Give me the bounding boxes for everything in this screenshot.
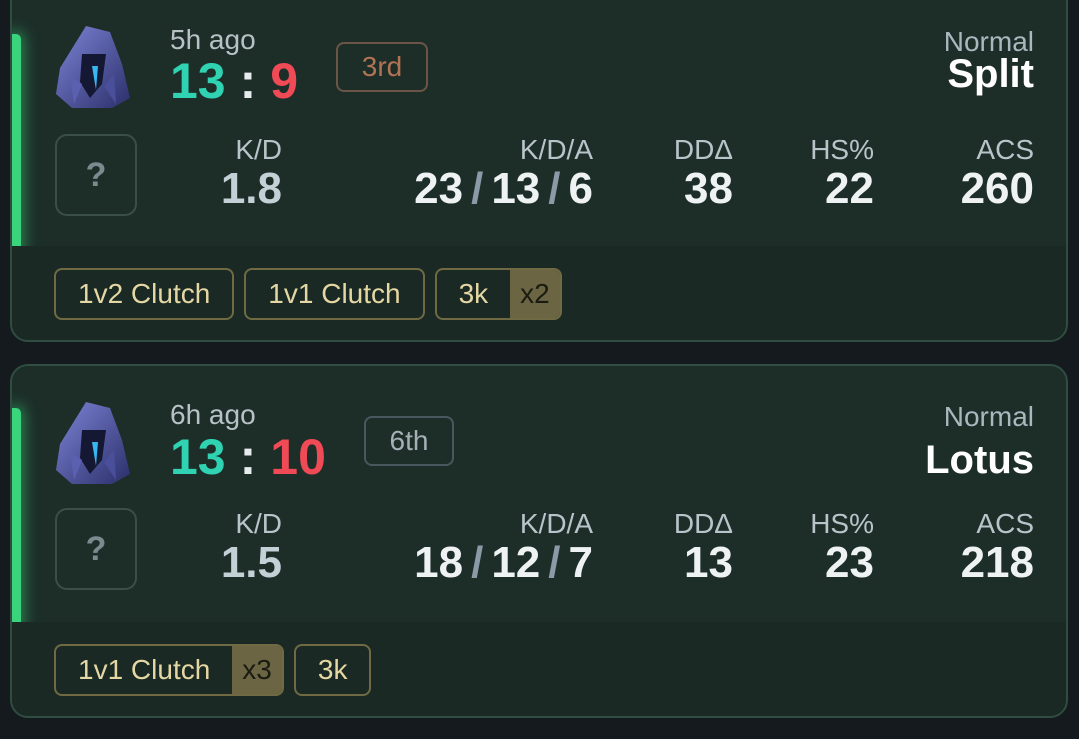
achievement-badges: 1v1 Clutch x3 3k <box>54 644 372 696</box>
kd-label: K/D <box>235 508 282 539</box>
match-card[interactable]: 5h ago 13:9 3rd Normal Split ? K/D 1.8 K… <box>10 0 1068 342</box>
kda-divider: / <box>548 164 561 213</box>
dd-value: 38 <box>684 164 733 213</box>
kda-divider: / <box>471 538 484 587</box>
hs-value: 22 <box>825 164 874 213</box>
dd-label: DDΔ <box>673 134 733 165</box>
badge-label: 1v2 Clutch <box>78 278 211 309</box>
badge-count: x2 <box>510 270 560 318</box>
score-separator: : <box>239 429 257 485</box>
kda-label: K/D/A <box>519 508 593 539</box>
achievement-badge[interactable]: 3k x2 <box>434 268 562 320</box>
assists: 6 <box>568 164 593 213</box>
assists: 7 <box>568 538 593 587</box>
acs-label: ACS <box>976 508 1034 539</box>
kd-value: 1.8 <box>220 164 282 213</box>
badge-label: 1v1 Clutch <box>78 654 211 685</box>
hs-label: HS% <box>810 508 874 539</box>
match-score: 13:9 <box>170 52 298 110</box>
hs-value: 23 <box>825 538 874 587</box>
match-score: 13:10 <box>170 428 326 486</box>
acs-value: 260 <box>960 164 1034 213</box>
agent-hooded-icon <box>52 400 134 486</box>
map-name: Split <box>947 52 1034 96</box>
map-name: Lotus <box>925 438 1034 482</box>
acs-label: ACS <box>976 134 1034 165</box>
kills: 18 <box>414 538 464 587</box>
deaths: 13 <box>491 164 541 213</box>
match-time-ago: 6h ago <box>170 399 256 430</box>
question-mark-icon[interactable]: ? <box>55 134 137 216</box>
kda-value: 23/13/6 <box>414 164 593 214</box>
question-mark-icon[interactable]: ? <box>55 508 137 590</box>
kda-divider: / <box>471 164 484 213</box>
achievement-badge[interactable]: 3k <box>293 644 372 696</box>
enemy-score: 9 <box>270 53 299 109</box>
win-accent-bar <box>12 34 21 282</box>
dd-label: DDΔ <box>673 508 733 539</box>
kd-value: 1.5 <box>220 538 282 587</box>
achievement-badge[interactable]: 1v1 Clutch x3 <box>54 644 284 696</box>
dd-value: 13 <box>684 538 733 587</box>
achievement-badges: 1v2 Clutch 1v1 Clutch 3k x2 <box>54 268 562 320</box>
match-card[interactable]: 6h ago 13:10 6th Normal Lotus ? K/D 1.5 … <box>10 364 1068 718</box>
kd-label: K/D <box>235 134 282 165</box>
kills: 23 <box>414 164 464 213</box>
team-score: 13 <box>170 429 226 485</box>
badge-count: x3 <box>232 646 282 694</box>
enemy-score: 10 <box>270 429 326 485</box>
kda-label: K/D/A <box>519 134 593 165</box>
kda-divider: / <box>548 538 561 587</box>
score-separator: : <box>239 53 257 109</box>
achievement-badge[interactable]: 1v2 Clutch <box>54 268 235 320</box>
badge-label: 3k <box>458 278 489 309</box>
achievement-badge[interactable]: 1v1 Clutch <box>244 268 425 320</box>
placement-badge: 3rd <box>336 42 428 92</box>
badge-label: 3k <box>317 654 348 685</box>
placement-badge: 6th <box>364 416 454 466</box>
agent-hooded-icon <box>52 24 134 110</box>
badge-label: 1v1 Clutch <box>268 278 401 309</box>
game-mode: Normal <box>943 401 1034 432</box>
team-score: 13 <box>170 53 226 109</box>
deaths: 12 <box>491 538 541 587</box>
kda-value: 18/12/7 <box>414 538 593 588</box>
acs-value: 218 <box>960 538 1034 587</box>
hs-label: HS% <box>810 134 874 165</box>
